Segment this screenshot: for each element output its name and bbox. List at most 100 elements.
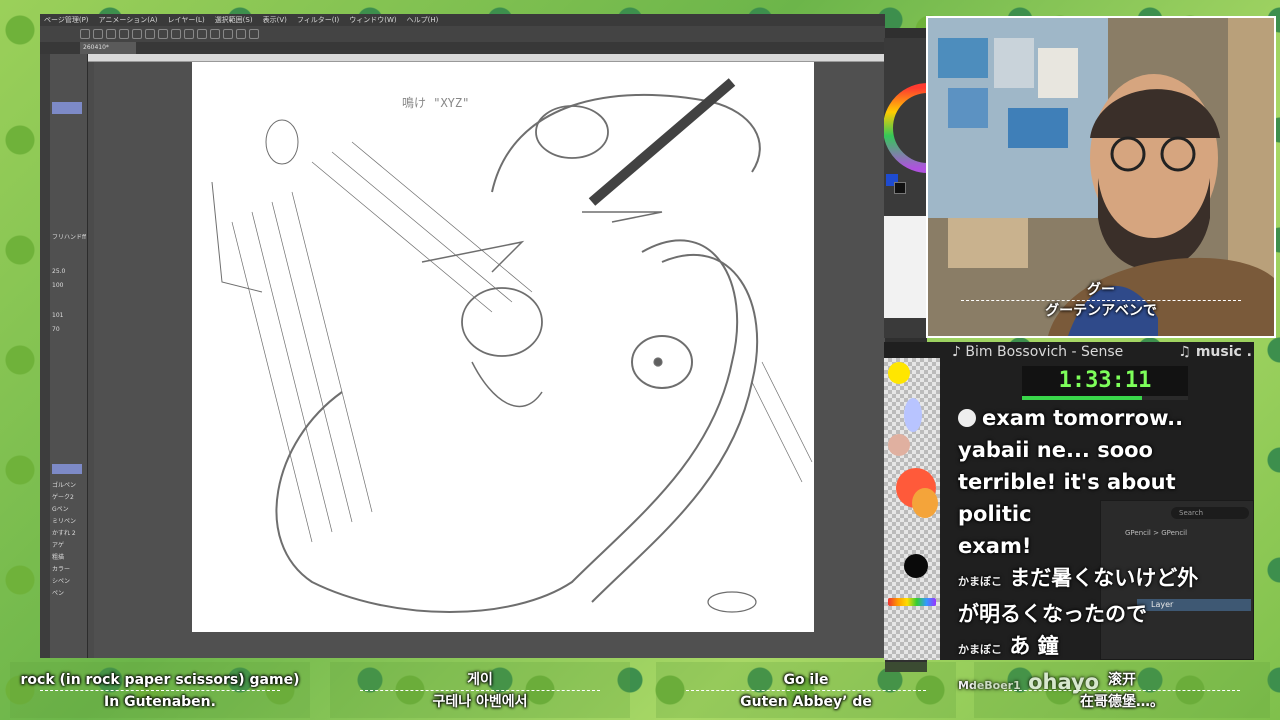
chat-message: terrible! it's about politic: [958, 466, 1254, 530]
chat-message: exam tomorrow..: [958, 402, 1254, 434]
brush-stabilization-value[interactable]: 70: [52, 326, 86, 336]
tool-item[interactable]: 粗描: [52, 552, 86, 562]
tool-item[interactable]: アゲ: [52, 540, 86, 550]
paint-blob[interactable]: [888, 362, 910, 384]
webcam-overlay: グー グーテンアベンで: [926, 16, 1276, 338]
print-icon[interactable]: [119, 29, 129, 39]
document-tab-bar: 260410*: [40, 42, 885, 54]
chat-message: が明るくなったので: [958, 598, 1254, 630]
sub-tool-panel: フリハンドff 25.0 100 101 70 ゴルペン ゲーク2 Gペン ミリ…: [50, 54, 88, 658]
chat-message: かまぼこ まだ暑くないけど外: [958, 562, 1254, 598]
menu-selection[interactable]: 選択範囲(S): [215, 15, 253, 25]
paint-blob[interactable]: [888, 434, 910, 456]
music-ticker: ♪ Bim Bossovich - Sense ♫ music .: [952, 344, 1252, 364]
timer-progress-bar: [1022, 396, 1188, 400]
subtitle-translation: Guten Abbey’ de: [740, 694, 872, 710]
sketch-drawing: [211, 78, 813, 613]
brush-opacity-value[interactable]: 100: [52, 282, 86, 292]
subtitle-translation: 구테나 아벤에서: [432, 694, 528, 710]
subtitle-box: Go ile Guten Abbey’ de: [656, 662, 956, 718]
tool-item[interactable]: ゴルペン: [52, 480, 86, 490]
new-file-icon[interactable]: [80, 29, 90, 39]
subtitle-box: rock (in rock paper scissors) game) In G…: [10, 662, 310, 718]
tool-item[interactable]: かすれ 2: [52, 528, 86, 538]
selected-brush-swatch[interactable]: [52, 464, 82, 474]
tool-item[interactable]: ミリペン: [52, 516, 86, 526]
chat-text: exam tomorrow..: [982, 406, 1184, 430]
clear-icon[interactable]: [158, 29, 168, 39]
menu-help[interactable]: ヘルプ(H): [407, 15, 439, 25]
open-file-icon[interactable]: [93, 29, 103, 39]
sketch-note: 鳴け "XYZ": [402, 96, 470, 110]
chat-text: exam!: [958, 534, 1032, 558]
chat-box: exam tomorrow.. yabaii ne... sooo terrib…: [958, 402, 1254, 694]
subtitle-source: 滚开: [1108, 672, 1136, 688]
subtitle-translation: In Gutenaben.: [104, 694, 216, 710]
selected-tool-swatch[interactable]: [52, 102, 82, 114]
navigator-preview: [884, 216, 928, 318]
brush-name[interactable]: フリハンドff: [52, 232, 86, 242]
command-bar: [40, 26, 885, 42]
sub-color-swatch[interactable]: [894, 182, 906, 194]
horizontal-ruler: [88, 54, 885, 62]
save-icon[interactable]: [106, 29, 116, 39]
paint-blob[interactable]: [904, 554, 928, 578]
menu-window[interactable]: ウィンドウ(W): [349, 15, 396, 25]
document-tab[interactable]: 260410*: [80, 42, 136, 54]
chat-username: かまぼこ: [958, 643, 1002, 656]
drawing-canvas[interactable]: 鳴け "XYZ": [192, 62, 814, 632]
chat-username: かまぼこ: [958, 575, 1002, 588]
timer-progress-fill: [1022, 396, 1142, 400]
redo-icon[interactable]: [145, 29, 155, 39]
tool-item[interactable]: シペン: [52, 576, 86, 586]
transform-icon[interactable]: [171, 29, 181, 39]
color-mixing-palette[interactable]: [884, 358, 940, 660]
tool-strip: [40, 54, 50, 658]
tool-item[interactable]: カラー: [52, 564, 86, 574]
brush-size-value[interactable]: 25.0: [52, 268, 86, 278]
paint-app-window: ページ管理(P) アニメーション(A) レイヤー(L) 選択範囲(S) 表示(V…: [40, 14, 927, 672]
track-title: ♪ Bim Bossovich - Sense: [952, 344, 1124, 360]
chat-message: yabaii ne... sooo: [958, 434, 1254, 466]
subtitle-box: 滚开 在哥德堡…。: [974, 662, 1270, 718]
menu-bar: ページ管理(P) アニメーション(A) レイヤー(L) 選択範囲(S) 表示(V…: [40, 14, 885, 26]
stream-timer: 1:33:11: [1022, 366, 1188, 398]
canvas-area[interactable]: 鳴け "XYZ": [94, 62, 885, 658]
chat-avatar-icon: [958, 409, 976, 427]
menu-layer[interactable]: レイヤー(L): [168, 15, 205, 25]
caption-line-2: グーテンアベンで: [1045, 303, 1157, 319]
chat-text: が明るくなったので: [958, 602, 1147, 626]
pen-icon[interactable]: [236, 29, 246, 39]
crop-icon[interactable]: [223, 29, 233, 39]
chat-text: まだ暑くないけど外: [1009, 566, 1199, 590]
menu-view[interactable]: 表示(V): [263, 15, 287, 25]
caption-line-1: グー: [1087, 282, 1115, 298]
color-strip[interactable]: [888, 598, 936, 606]
paint-blob[interactable]: [904, 398, 922, 432]
color-wheel-panel: [884, 38, 928, 338]
menu-filter[interactable]: フィルター(I): [297, 15, 339, 25]
undo-icon[interactable]: [132, 29, 142, 39]
subtitle-source: rock (in rock paper scissors) game): [20, 672, 300, 688]
fill-icon[interactable]: [184, 29, 194, 39]
chat-text: terrible! it's about politic: [958, 470, 1176, 526]
subtitle-box: 게이 구테나 아벤에서: [330, 662, 630, 718]
menu-animation[interactable]: アニメーション(A): [99, 15, 158, 25]
ruler-icon[interactable]: [249, 29, 259, 39]
tool-item[interactable]: ゲーク2: [52, 492, 86, 502]
select-icon[interactable]: [197, 29, 207, 39]
color-wheel[interactable]: [884, 68, 928, 188]
paint-blob[interactable]: [912, 488, 938, 518]
tool-item[interactable]: Gペン: [52, 504, 86, 514]
tool-item[interactable]: ペン: [52, 588, 86, 598]
menu-page[interactable]: ページ管理(P): [44, 15, 89, 25]
subtitle-translation: 在哥德堡…。: [1080, 694, 1164, 710]
subtitle-source: Go ile: [783, 672, 829, 688]
webcam-caption: グー グーテンアベンで: [928, 280, 1274, 321]
brush-density-value[interactable]: 101: [52, 312, 86, 322]
deselect-icon[interactable]: [210, 29, 220, 39]
subtitle-source: 게이: [467, 672, 493, 688]
translation-subtitle-bar: rock (in rock paper scissors) game) In G…: [0, 660, 1280, 720]
chat-text: yabaii ne... sooo: [958, 438, 1153, 462]
chat-message: exam!: [958, 530, 1254, 562]
